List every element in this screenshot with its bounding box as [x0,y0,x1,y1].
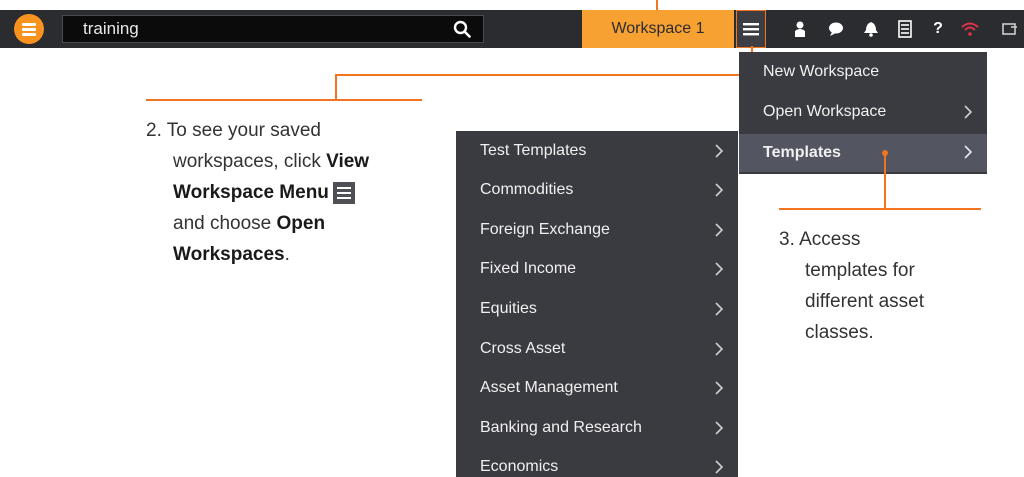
step2-line4: and choose Open [146,208,446,239]
chevron-right-icon [715,223,724,237]
menu-item-label: Commodities [480,181,574,198]
step2-period: . [284,244,290,265]
menu-item-banking-and-research[interactable]: Banking and Research [456,410,738,446]
chevron-right-icon [964,145,973,159]
help-icon[interactable]: ? [924,10,952,48]
step3-line1: 3. Access [779,229,861,250]
menu-item-cross-asset[interactable]: Cross Asset [456,331,738,367]
view-workspace-menu-button[interactable] [736,10,766,48]
menu-item-foreign-exchange[interactable]: Foreign Exchange [456,212,738,248]
workspace-menu: New Workspace Open Workspace Templates [739,52,987,174]
callout-line-step2-v2 [335,74,337,100]
top-toolbar: Workspace 1 ? [0,10,1024,48]
step2-workspaces-label: Workspaces [173,244,285,265]
step2-view-label: View [326,151,370,172]
list-icon[interactable] [891,10,919,48]
menu-item-label: Cross Asset [480,340,566,357]
templates-menu: Test Templates Commodities Foreign Excha… [456,131,738,477]
callout-line-step3-v [884,154,886,210]
step3-line4: classes. [805,322,874,343]
tab-workspace-1[interactable]: Workspace 1 [582,10,734,48]
step2-line3: Workspace Menu [146,177,446,208]
app-logo-icon[interactable] [14,14,44,44]
menu-item-commodities[interactable]: Commodities [456,172,738,208]
menu-item-economics[interactable]: Economics [456,449,738,477]
step2-line1: 2. To see your saved [146,120,321,141]
menu-item-label: Templates [763,144,841,161]
step2-line2: workspaces, click View [146,146,446,177]
menu-item-label: Equities [480,300,537,317]
hamburger-menu-icon [743,23,759,36]
menu-item-label: Test Templates [480,142,587,159]
step2-text-choose: and choose [173,213,272,234]
chevron-right-icon [715,421,724,435]
step2-text: workspaces, click [173,151,321,172]
chevron-right-icon [715,381,724,395]
chevron-right-icon [715,144,724,158]
menu-item-label: Economics [480,458,559,475]
callout-line-step2-h1 [335,74,752,76]
search-box [62,15,484,43]
step2-annotation: 2. To see your saved workspaces, click V… [146,115,446,270]
hamburger-menu-icon [332,181,355,204]
menu-item-asset-management[interactable]: Asset Management [456,370,738,406]
callout-line-step2-h2 [146,99,422,101]
wifi-icon[interactable] [956,10,984,48]
chevron-right-icon [964,105,973,119]
menu-item-label: Foreign Exchange [480,221,610,238]
bell-icon[interactable] [857,10,885,48]
chevron-right-icon [715,262,724,276]
chevron-right-icon [715,342,724,356]
chat-icon[interactable] [822,10,850,48]
menu-item-label: Banking and Research [480,419,642,436]
chevron-right-icon [715,183,724,197]
menu-item-label: New Workspace [763,63,880,80]
step3-annotation: 3. Access templates for different asset … [779,224,999,348]
menu-item-label: Open Workspace [763,103,887,120]
menu-item-open-workspace[interactable]: Open Workspace [739,94,987,130]
menu-item-templates[interactable]: Templates [739,134,987,172]
menu-item-equities[interactable]: Equities [456,291,738,327]
menu-item-fixed-income[interactable]: Fixed Income [456,251,738,287]
menu-item-label: Asset Management [480,379,618,396]
chevron-right-icon [715,460,724,474]
window-icon[interactable] [996,10,1024,48]
step2-line5: Workspaces. [146,239,446,270]
menu-item-label: Fixed Income [480,260,577,277]
callout-line-top [656,0,658,10]
callout-line-step3-h [779,208,981,210]
step2-open-label: Open [276,213,326,234]
step3-line3: different asset [805,291,925,312]
person-icon[interactable] [786,10,814,48]
search-icon[interactable] [453,20,471,38]
step3-line2: templates for [805,260,915,281]
chevron-right-icon [715,302,724,316]
menu-item-new-workspace[interactable]: New Workspace [739,54,987,90]
step2-workspace-menu-label: Workspace Menu [173,182,329,203]
menu-item-test-templates[interactable]: Test Templates [456,133,738,169]
search-input[interactable] [63,16,443,42]
